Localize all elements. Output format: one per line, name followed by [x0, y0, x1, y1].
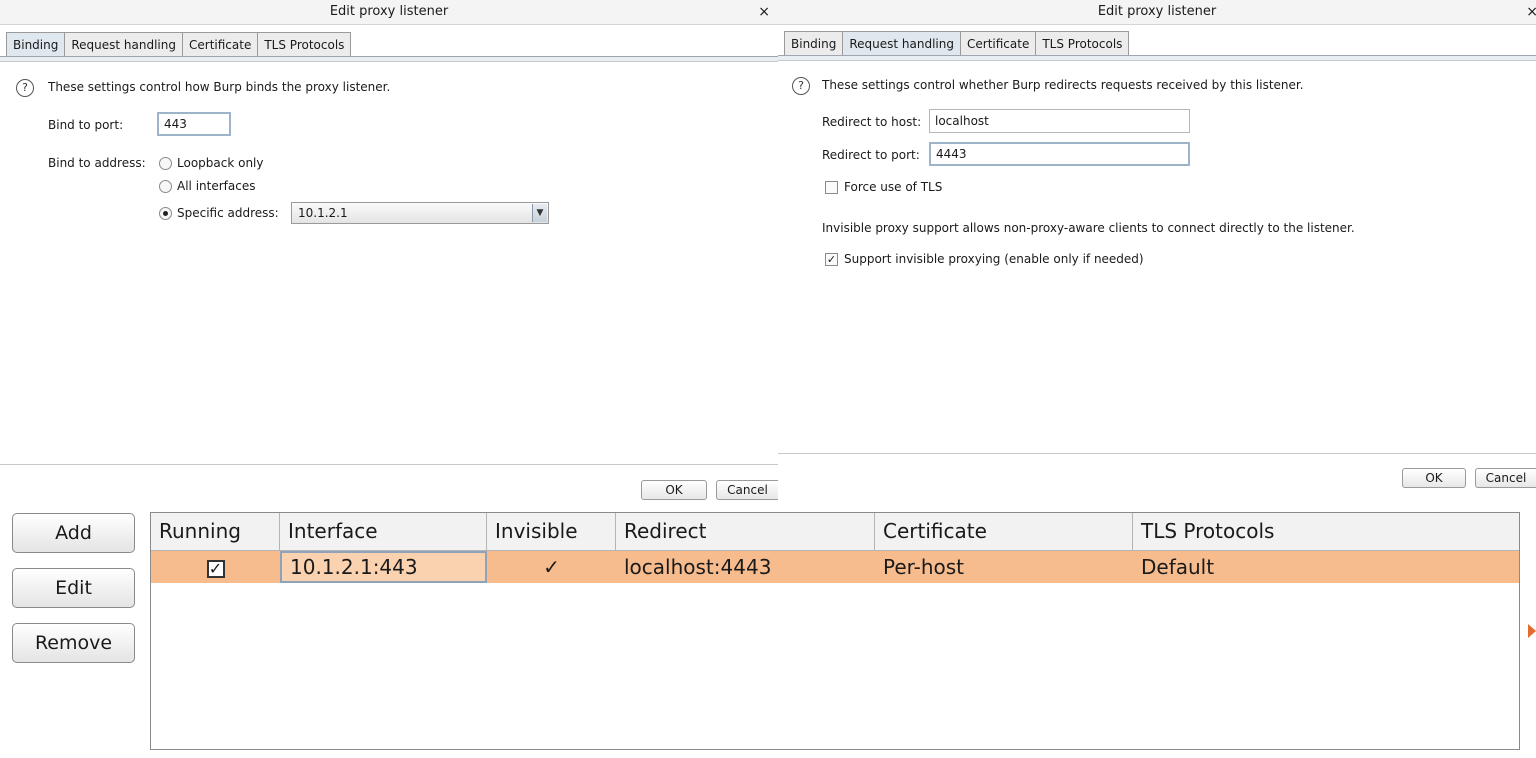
proxy-listeners-table: Running Interface Invisible Redirect Cer… — [150, 512, 1520, 750]
table-header: Running Interface Invisible Redirect Cer… — [151, 513, 1519, 551]
tab-request-handling[interactable]: Request handling — [64, 32, 183, 57]
dialog-title: Edit proxy listener — [1097, 4, 1217, 19]
loopback-radio[interactable] — [159, 157, 172, 170]
help-icon[interactable]: ? — [792, 77, 810, 95]
column-header-invisible[interactable]: Invisible — [487, 513, 616, 550]
ok-button[interactable]: OK — [641, 480, 707, 500]
dialog-title: Edit proxy listener — [329, 4, 449, 19]
tab-request-handling[interactable]: Request handling — [842, 31, 961, 56]
dialog-divider — [0, 464, 778, 465]
tab-tls-protocols[interactable]: TLS Protocols — [257, 32, 352, 57]
tab-underline — [778, 55, 1536, 61]
dialog-title-bar: Edit proxy listener × — [0, 0, 778, 25]
tab-tls-protocols[interactable]: TLS Protocols — [1035, 31, 1130, 56]
help-icon[interactable]: ? — [16, 79, 34, 97]
chevron-down-icon[interactable]: ▼ — [532, 204, 547, 222]
redirect-host-input[interactable] — [929, 109, 1190, 133]
close-icon[interactable]: × — [1526, 0, 1536, 24]
add-listener-button[interactable]: Add — [12, 513, 135, 553]
tab-binding[interactable]: Binding — [784, 31, 844, 56]
specific-address-value: 10.1.2.1 — [298, 206, 348, 220]
specific-address-label: Specific address: — [177, 206, 279, 220]
invisible-proxy-label: Support invisible proxying (enable only … — [844, 252, 1144, 266]
loopback-label: Loopback only — [177, 156, 264, 170]
edit-proxy-listener-dialog-binding: Edit proxy listener × Binding Request han… — [0, 0, 778, 500]
dialog-title-bar: Edit proxy listener × — [778, 0, 1536, 25]
expand-arrow-icon[interactable] — [1528, 624, 1536, 638]
all-interfaces-radio[interactable] — [159, 180, 172, 193]
specific-address-radio[interactable] — [159, 207, 172, 220]
redirect-host-label: Redirect to host: — [822, 115, 922, 129]
column-header-running[interactable]: Running — [151, 513, 280, 550]
invisible-proxy-checkbox[interactable]: ✓ — [825, 253, 838, 266]
section-description: These settings control whether Burp redi… — [822, 78, 1304, 92]
close-icon[interactable]: × — [758, 0, 770, 24]
specific-address-select[interactable]: 10.1.2.1 ▼ — [291, 202, 549, 224]
redirect-cell: localhost:4443 — [624, 555, 772, 579]
interface-cell[interactable]: 10.1.2.1:443 — [280, 551, 487, 583]
edit-proxy-listener-dialog-request-handling: Edit proxy listener × Binding Request han… — [778, 0, 1536, 500]
edit-listener-button[interactable]: Edit — [12, 568, 135, 608]
running-checkbox[interactable]: ✓ — [206, 559, 225, 578]
tls-protocols-cell: Default — [1141, 555, 1215, 579]
column-header-interface[interactable]: Interface — [280, 513, 487, 550]
tab-certificate[interactable]: Certificate — [182, 32, 259, 57]
bind-port-input[interactable] — [157, 112, 231, 136]
ok-button[interactable]: OK — [1402, 468, 1466, 488]
section-description: These settings control how Burp binds th… — [48, 80, 391, 94]
remove-listener-button[interactable]: Remove — [12, 623, 135, 663]
tab-certificate[interactable]: Certificate — [960, 31, 1037, 56]
cancel-button[interactable]: Cancel — [716, 480, 778, 500]
bind-address-label: Bind to address: — [48, 156, 146, 170]
dialog-divider — [778, 453, 1536, 454]
table-row[interactable]: ✓ 10.1.2.1:443 ✓ localhost:4443 Per-host… — [151, 551, 1519, 583]
force-tls-checkbox[interactable] — [825, 181, 838, 194]
certificate-cell: Per-host — [883, 555, 964, 579]
all-interfaces-label: All interfaces — [177, 179, 256, 193]
tab-binding[interactable]: Binding — [6, 32, 66, 57]
column-header-certificate[interactable]: Certificate — [875, 513, 1133, 550]
cancel-button[interactable]: Cancel — [1475, 468, 1536, 488]
tab-strip: Binding Request handling Certificate TLS Pr… — [784, 31, 1130, 56]
force-tls-label: Force use of TLS — [844, 180, 943, 194]
invisible-check-icon: ✓ — [543, 555, 560, 579]
bind-port-label: Bind to port: — [48, 118, 124, 132]
column-header-redirect[interactable]: Redirect — [616, 513, 875, 550]
tab-strip: Binding Request handling Certificate TLS Pr… — [6, 32, 352, 57]
redirect-port-label: Redirect to port: — [822, 148, 920, 162]
redirect-port-input[interactable] — [929, 142, 1190, 166]
tab-underline — [0, 56, 778, 62]
invisible-proxy-info: Invisible proxy support allows non-proxy… — [822, 221, 1355, 235]
running-cell[interactable]: ✓ — [151, 551, 280, 583]
column-header-tls-protocols[interactable]: TLS Protocols — [1133, 513, 1519, 550]
